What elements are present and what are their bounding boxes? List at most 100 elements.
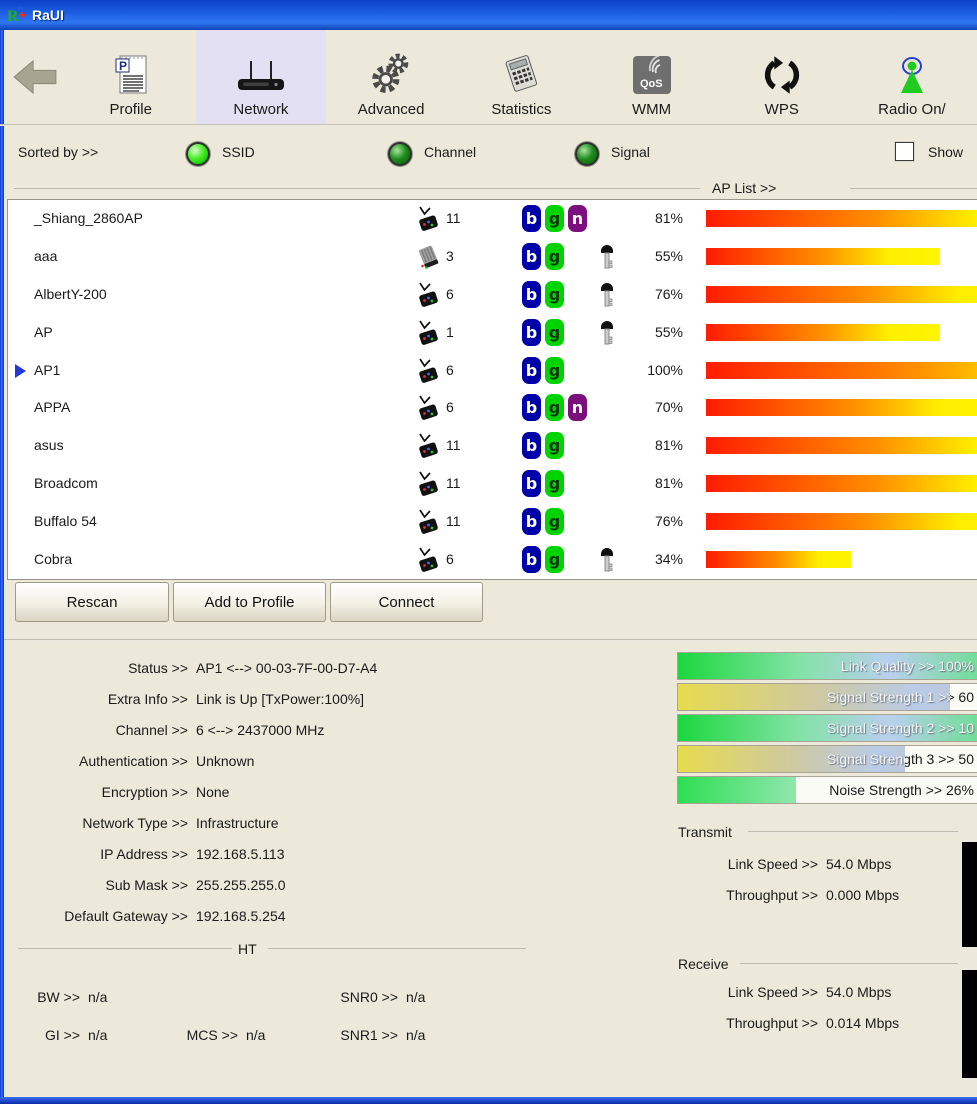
ap-modes: bg [522,242,564,270]
sort-radio-ssid[interactable] [186,142,210,166]
80211b-badge-icon: b [522,508,541,536]
ap-signal-bar [706,210,977,227]
ap-list-row-shiang-2860ap[interactable]: _Shiang_2860AP 11 bgn 81% [8,200,977,238]
status-value: Link is Up [TxPower:100%] [196,690,365,707]
ap-channel: 6 [446,285,454,302]
transmit-throughput-gauge [962,842,977,947]
ap-ssid: APPA [34,399,71,416]
ht-field-value: n/a [88,1027,108,1043]
receive-throughput: Throughput >> 0.014 Mbps [678,1007,899,1038]
ht-field-label: SNR0 >> [340,989,398,1005]
field-value: 54.0 Mbps [826,983,892,1000]
ht-field-label: BW >> [37,989,80,1005]
status-row-encryption: Encryption >> None [8,776,377,807]
wps-icon [760,41,804,97]
ap-list-row-buffalo-54[interactable]: Buffalo 54 11 bg 76% [8,503,977,541]
bar-label: Link Quality >> 100% [840,658,974,674]
ap-modes: bg [522,546,564,574]
ap-list-row-cobra[interactable]: Cobra 6 bg 34% [8,541,977,579]
ap-channel: 6 [446,361,454,378]
bar-label: Signal Strength 3 >> 50 [826,751,905,767]
ap-modes: bg [522,470,564,498]
sort-radio-channel-label[interactable]: Channel [424,144,476,160]
access-point-icon [416,508,442,536]
ap-list-row-alberty-200[interactable]: AlbertY-200 6 bg 76% [8,276,977,314]
sort-radio-ssid-label[interactable]: SSID [222,144,255,160]
rescan-button[interactable]: Rescan [15,582,169,622]
window-border [0,30,4,1097]
ht-field-gi: GI >> n/a [0,1027,108,1043]
sort-radio-channel[interactable] [388,142,412,166]
status-row-ip-address: IP Address >> 192.168.5.113 [8,838,377,869]
ap-list-row-ap1[interactable]: AP1 6 bg 100% [8,352,977,390]
ap-ssid: aaa [34,247,58,264]
access-point-icon [416,319,442,347]
80211g-badge-icon: g [545,318,564,346]
access-point-icon [416,357,442,385]
ap-channel: 11 [446,437,461,454]
ap-list-row-asus[interactable]: asus 11 bg 81% [8,427,977,465]
ap-signal-bar [706,323,941,341]
tab-statistics[interactable]: Statistics [456,30,586,124]
status-label: Extra Info >> [107,690,188,707]
status-value: AP1 <--> 00-03-7F-00-D7-A4 [196,659,378,676]
profile-icon: P [109,41,153,97]
field-label: Throughput >> [726,886,818,903]
access-point-icon [416,432,442,460]
raui-window: R RaUI P Profile Network Advanced Statis… [0,0,977,1104]
ap-signal-bar [706,285,977,303]
ap-channel: 3 [446,247,454,264]
ap-list-row-broadcom[interactable]: Broadcom 11 bg 81% [8,465,977,503]
tab-wps[interactable]: WPS [717,30,847,124]
ap-ssid: Cobra [34,551,73,568]
ap-list-title: AP List >> [712,180,777,196]
tab-profile[interactable]: P Profile [66,30,196,124]
ap-channel: 11 [446,475,461,492]
transmit-section-label: Transmit [678,824,732,840]
ap-signal-percent: 55% [654,247,683,264]
ap-channel: 11 [446,513,461,530]
tab-wmm-label: WMM [631,101,672,118]
status-value: 255.255.255.0 [196,876,286,893]
back-button[interactable] [4,30,66,124]
ap-list-row-aaa[interactable]: aaa 3 bg 55% [8,238,977,276]
ap-list-row-appa[interactable]: APPA 6 bgn 70% [8,389,977,427]
status-row-sub-mask: Sub Mask >> 255.255.255.0 [8,869,377,900]
svg-text:P: P [119,59,127,73]
ht-field-value: n/a [246,1027,266,1043]
ap-signal-percent: 81% [654,437,683,454]
app-logo-icon: R [7,7,25,25]
add-to-profile-button[interactable]: Add to Profile [173,582,326,622]
selected-ap-arrow-icon [15,363,26,378]
show-dbm-label: Show [928,144,964,160]
ap-list-row-ap[interactable]: AP 1 bg 55% [8,314,977,352]
encryption-key-icon [599,545,615,575]
back-arrow-icon [13,59,57,95]
80211b-badge-icon: b [522,318,541,346]
tab-advanced[interactable]: Advanced [326,30,456,124]
titlebar: R RaUI [0,0,977,30]
wmm-qos-icon: QoS [630,41,674,97]
80211g-badge-icon: g [545,470,564,498]
ht-section-label: HT [238,941,257,957]
sort-radio-signal-label[interactable]: Signal [611,144,650,160]
status-panel: Status >> AP1 <--> 00-03-7F-00-D7-A4 Extra… [8,652,377,931]
window-border [0,1097,977,1104]
ap-signal-percent: 76% [654,513,683,530]
ap-ssid: asus [34,437,64,454]
tab-radio-on-off[interactable]: Radio On/ [847,30,977,124]
link-quality-bar: Link Quality >> 100% Link Quality >> 100% [677,652,977,680]
show-dbm-checkbox[interactable] [895,142,914,161]
tab-wmm[interactable]: QoS WMM [586,30,716,124]
80211g-badge-icon: g [545,394,564,422]
ap-signal-bar [706,399,977,417]
ap-signal-percent: 100% [647,361,683,378]
radio-antenna-icon [892,41,932,97]
sort-radio-signal[interactable] [575,142,599,166]
access-point-icon [416,205,442,233]
access-point-icon [416,470,442,498]
tab-network[interactable]: Network [195,30,327,124]
connect-button[interactable]: Connect [330,582,483,622]
statistics-calculator-icon [498,41,544,97]
80211b-badge-icon: b [522,356,541,384]
